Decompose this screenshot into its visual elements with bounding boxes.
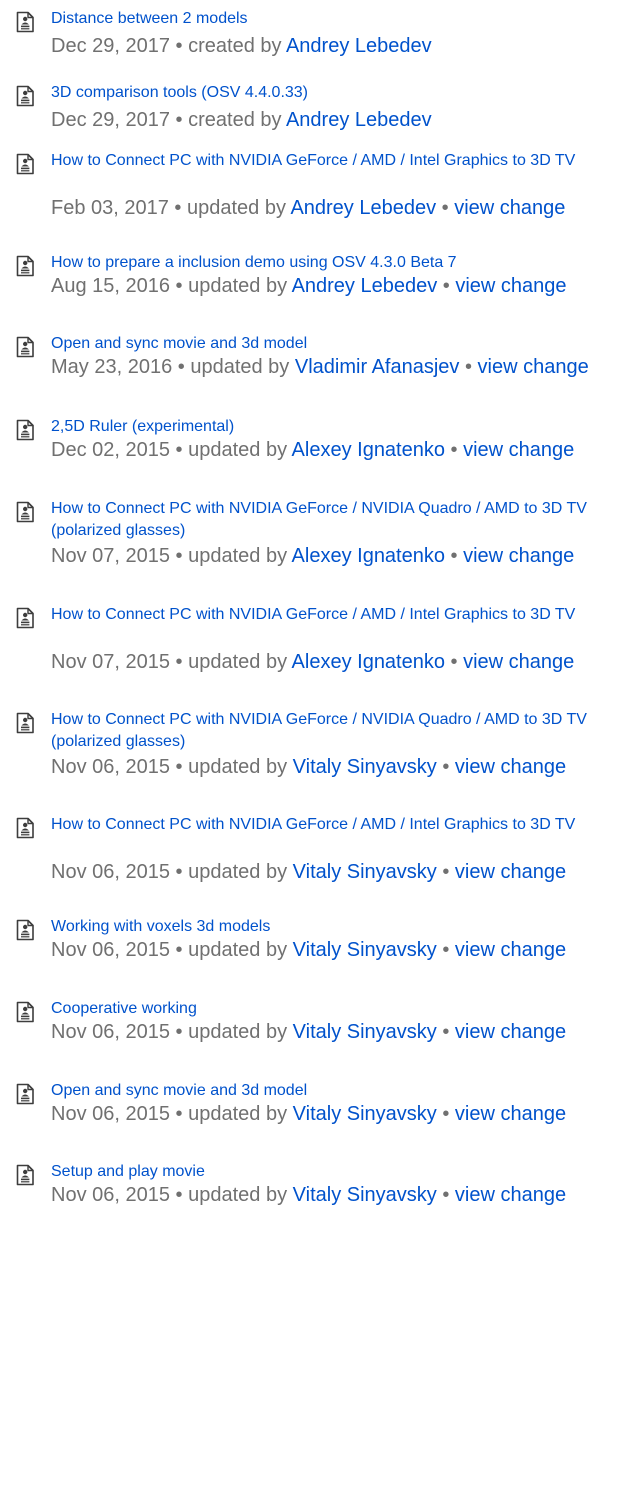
author-link[interactable]: Vladimir Afanasjev — [295, 356, 460, 378]
author-link[interactable]: Andrey Lebedev — [290, 197, 436, 219]
page-icon — [13, 816, 37, 840]
entry-meta: Nov 07, 2015 • updated by Alexey Ignaten… — [51, 651, 575, 673]
entry-action: created by — [188, 35, 282, 57]
entry-action: updated by — [188, 651, 288, 673]
page-title-link[interactable]: 3D comparison tools (OSV 4.4.0.33) — [51, 82, 631, 104]
page-title-link[interactable]: How to Connect PC with NVIDIA GeForce / … — [51, 150, 631, 172]
entry-action: updated by — [187, 197, 286, 219]
page-title-link[interactable]: How to Connect PC with NVIDIA GeForce / … — [51, 604, 631, 626]
entry-meta: Nov 06, 2015 • updated by Vitaly Sinyavs… — [51, 939, 567, 961]
author-link[interactable]: Andrey Lebedev — [286, 35, 432, 57]
author-link[interactable]: Vitaly Sinyavsky — [293, 1184, 437, 1206]
entry-date: Nov 07, 2015 — [51, 651, 170, 673]
entry-meta: Dec 29, 2017 • created by Andrey Lebedev — [51, 35, 432, 57]
author-link[interactable]: Alexey Ignatenko — [292, 651, 445, 673]
page-icon — [13, 500, 37, 524]
entry-meta: Nov 06, 2015 • updated by Vitaly Sinyavs… — [51, 1103, 567, 1125]
author-link[interactable]: Andrey Lebedev — [286, 109, 432, 131]
author-link[interactable]: Vitaly Sinyavsky — [293, 939, 437, 961]
view-change-link[interactable]: view change — [455, 1021, 566, 1043]
entry-action: updated by — [190, 356, 290, 378]
author-link[interactable]: Alexey Ignatenko — [292, 545, 445, 567]
entry-date: Nov 06, 2015 — [51, 1184, 170, 1206]
entry-meta: Aug 15, 2016 • updated by Andrey Lebedev… — [51, 275, 567, 297]
entry-date: Nov 06, 2015 — [51, 861, 170, 883]
entry-date: Nov 06, 2015 — [51, 939, 170, 961]
entry-action: updated by — [188, 1184, 288, 1206]
page-icon — [13, 1163, 37, 1187]
page-icon — [13, 418, 37, 442]
entry-date: Nov 07, 2015 — [51, 545, 170, 567]
page-icon — [13, 918, 37, 942]
entry-date: Nov 06, 2015 — [51, 1021, 170, 1043]
view-change-link[interactable]: view change — [454, 197, 565, 219]
page-title-link[interactable]: How to Connect PC with NVIDIA GeForce / … — [51, 498, 631, 542]
author-link[interactable]: Alexey Ignatenko — [292, 439, 445, 461]
entry-meta: Feb 03, 2017 • updated by Andrey Lebedev… — [51, 197, 566, 219]
view-change-link[interactable]: view change — [455, 861, 566, 883]
entry-action: updated by — [188, 439, 288, 461]
author-link[interactable]: Vitaly Sinyavsky — [293, 1103, 437, 1125]
author-link[interactable]: Vitaly Sinyavsky — [293, 1021, 437, 1043]
page-title-link[interactable]: Distance between 2 models — [51, 8, 631, 30]
entry-date: Feb 03, 2017 — [51, 197, 169, 219]
entry-date: Dec 02, 2015 — [51, 439, 170, 461]
entry-action: updated by — [188, 756, 288, 778]
view-change-link[interactable]: view change — [455, 1184, 566, 1206]
page-icon — [13, 711, 37, 735]
view-change-link[interactable]: view change — [463, 651, 574, 673]
page-icon — [13, 254, 37, 278]
entry-meta: Dec 29, 2017 • created by Andrey Lebedev — [51, 109, 432, 131]
author-link[interactable]: Andrey Lebedev — [292, 275, 438, 297]
view-change-link[interactable]: view change — [455, 1103, 566, 1125]
page-icon — [13, 84, 37, 108]
author-link[interactable]: Vitaly Sinyavsky — [293, 756, 437, 778]
view-change-link[interactable]: view change — [455, 939, 566, 961]
entry-action: updated by — [188, 939, 288, 961]
view-change-link[interactable]: view change — [455, 756, 566, 778]
entry-meta: Nov 06, 2015 • updated by Vitaly Sinyavs… — [51, 756, 567, 778]
page-icon — [13, 335, 37, 359]
view-change-link[interactable]: view change — [455, 275, 566, 297]
activity-feed: Distance between 2 models Dec 29, 2017 •… — [0, 0, 635, 1503]
entry-date: Nov 06, 2015 — [51, 1103, 170, 1125]
entry-date: Dec 29, 2017 — [51, 35, 170, 57]
page-title-link[interactable]: How to Connect PC with NVIDIA GeForce / … — [51, 709, 631, 753]
view-change-link[interactable]: view change — [478, 356, 589, 378]
entry-meta: May 23, 2016 • updated by Vladimir Afana… — [51, 356, 589, 378]
author-link[interactable]: Vitaly Sinyavsky — [293, 861, 437, 883]
page-icon — [13, 1000, 37, 1024]
entry-action: updated by — [188, 1103, 288, 1125]
page-icon — [13, 1082, 37, 1106]
entry-date: Dec 29, 2017 — [51, 109, 170, 131]
page-icon — [13, 152, 37, 176]
entry-date: May 23, 2016 — [51, 356, 173, 378]
entry-action: updated by — [188, 275, 288, 297]
entry-meta: Nov 06, 2015 • updated by Vitaly Sinyavs… — [51, 1184, 567, 1206]
entry-meta: Dec 02, 2015 • updated by Alexey Ignaten… — [51, 439, 575, 461]
entry-action: updated by — [188, 545, 288, 567]
entry-date: Aug 15, 2016 — [51, 275, 170, 297]
view-change-link[interactable]: view change — [463, 545, 574, 567]
entry-meta: Nov 07, 2015 • updated by Alexey Ignaten… — [51, 545, 575, 567]
entry-action: updated by — [188, 1021, 288, 1043]
page-title-link[interactable]: How to Connect PC with NVIDIA GeForce / … — [51, 814, 631, 836]
entry-action: created by — [188, 109, 282, 131]
entry-meta: Nov 06, 2015 • updated by Vitaly Sinyavs… — [51, 1021, 567, 1043]
entry-date: Nov 06, 2015 — [51, 756, 170, 778]
view-change-link[interactable]: view change — [463, 439, 574, 461]
page-icon — [13, 606, 37, 630]
page-icon — [13, 10, 37, 34]
entry-action: updated by — [188, 861, 288, 883]
entry-meta: Nov 06, 2015 • updated by Vitaly Sinyavs… — [51, 861, 567, 883]
